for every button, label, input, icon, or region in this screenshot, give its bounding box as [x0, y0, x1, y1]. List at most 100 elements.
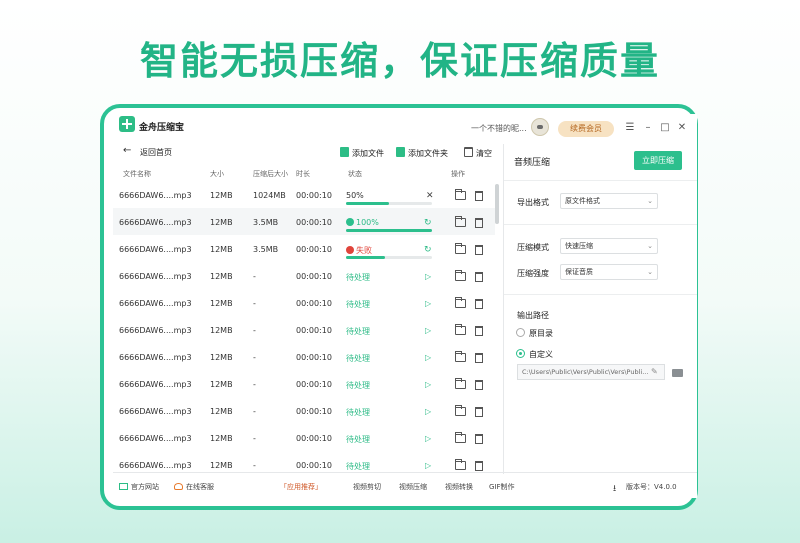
strength-label: 压缩强度	[517, 269, 549, 278]
delete-icon[interactable]	[475, 353, 483, 363]
table-row[interactable]: 6666DAW6....mp3 12MB - 00:00:10 待处理 ▷	[113, 370, 495, 397]
radio-original-dir[interactable]	[516, 328, 525, 337]
table-row[interactable]: 6666DAW6....mp3 12MB 3.5MB 00:00:10 100% ↻	[113, 208, 495, 235]
delete-icon[interactable]	[475, 434, 483, 444]
open-folder-icon[interactable]	[455, 351, 466, 362]
open-folder-icon[interactable]	[455, 432, 466, 443]
footer-link[interactable]: GIF制作	[489, 482, 515, 492]
footer-bar: 官方网站 在线客服 「应用推荐」 视频剪切 视频压缩 视频转换 GIF制作 ⭳ …	[113, 472, 697, 498]
status-text: 100%	[356, 218, 379, 227]
table-row[interactable]: 6666DAW6....mp3 12MB - 00:00:10 待处理 ▷	[113, 316, 495, 343]
open-folder-icon[interactable]	[455, 243, 466, 254]
table-row[interactable]: 6666DAW6....mp3 12MB - 00:00:10 待处理 ▷	[113, 424, 495, 451]
output-path-input[interactable]: C:\Users\Public\Vers\Public\Vers\Publi..…	[517, 364, 665, 380]
progress-fill	[346, 202, 389, 205]
output-format-select[interactable]: 原文件格式 ⌄	[560, 193, 658, 209]
cell-name: 6666DAW6....mp3	[119, 191, 192, 200]
mode-select[interactable]: 快速压缩 ⌄	[560, 238, 658, 254]
close-icon[interactable]: ✕	[676, 122, 688, 134]
delete-icon[interactable]	[475, 245, 483, 255]
back-arrow-icon[interactable]: ←	[123, 145, 131, 156]
open-folder-icon[interactable]	[455, 270, 466, 281]
status-text: 待处理	[346, 462, 370, 471]
cell-status: 50%	[346, 191, 364, 200]
open-folder-icon[interactable]	[455, 324, 466, 335]
user-name[interactable]: 一个不错的昵...	[471, 123, 527, 134]
title-bar: 金舟压缩宝 一个不错的昵... 续费会员 ☰ – □ ✕	[113, 114, 697, 138]
open-folder-icon[interactable]	[455, 405, 466, 416]
open-folder-icon[interactable]	[455, 378, 466, 389]
menu-icon[interactable]: ☰	[624, 122, 636, 134]
delete-icon[interactable]	[475, 407, 483, 417]
vip-renew-button[interactable]: 续费会员	[558, 121, 614, 137]
retry-icon[interactable]: ↻	[424, 245, 432, 255]
delete-icon[interactable]	[475, 191, 483, 201]
table-row[interactable]: 6666DAW6....mp3 12MB - 00:00:10 待处理 ▷	[113, 397, 495, 424]
delete-icon[interactable]	[475, 461, 483, 471]
col-status: 状态	[348, 170, 362, 178]
cell-name: 6666DAW6....mp3	[119, 407, 192, 416]
delete-icon[interactable]	[475, 326, 483, 336]
website-label: 官方网站	[131, 483, 159, 491]
col-actions: 操作	[451, 170, 465, 178]
cell-name: 6666DAW6....mp3	[119, 461, 192, 470]
status-text: 失败	[356, 246, 372, 255]
back-home-link[interactable]: 返回首页	[140, 147, 172, 158]
table-row[interactable]: 6666DAW6....mp3 12MB 3.5MB 00:00:10 失败 ↻	[113, 235, 495, 262]
play-icon[interactable]: ▷	[425, 407, 431, 416]
compress-now-button[interactable]: 立即压缩	[634, 151, 682, 170]
maximize-icon[interactable]: □	[659, 122, 671, 134]
footer-link[interactable]: 视频压缩	[399, 482, 427, 492]
add-folder-button[interactable]: 添加文件夹	[396, 147, 448, 159]
delete-icon[interactable]	[475, 272, 483, 282]
cancel-icon[interactable]: ✕	[426, 191, 434, 201]
play-icon[interactable]: ▷	[425, 299, 431, 308]
play-icon[interactable]: ▷	[425, 380, 431, 389]
original-dir-label[interactable]: 原目录	[529, 328, 553, 339]
folder-icon[interactable]	[672, 369, 683, 377]
play-icon[interactable]: ▷	[425, 326, 431, 335]
open-folder-icon[interactable]	[455, 297, 466, 308]
play-icon[interactable]: ▷	[425, 461, 431, 470]
retry-icon[interactable]: ↻	[424, 218, 432, 228]
cell-compressed-size: -	[253, 434, 256, 443]
progress-fill	[346, 256, 385, 259]
footer-link[interactable]: 视频转换	[445, 482, 473, 492]
radio-custom-dir[interactable]	[516, 349, 525, 358]
footer-link[interactable]: 视频剪切	[353, 482, 381, 492]
strength-select[interactable]: 保证音质 ⌄	[560, 264, 658, 280]
error-icon	[346, 246, 354, 254]
clear-button[interactable]: 清空	[464, 147, 492, 159]
cell-duration: 00:00:10	[296, 272, 332, 281]
cell-compressed-size: -	[253, 407, 256, 416]
table-row[interactable]: 6666DAW6....mp3 12MB - 00:00:10 待处理 ▷	[113, 289, 495, 316]
table-row[interactable]: 6666DAW6....mp3 12MB - 00:00:10 待处理 ▷	[113, 262, 495, 289]
minimize-icon[interactable]: –	[642, 122, 654, 134]
play-icon[interactable]: ▷	[425, 434, 431, 443]
open-folder-icon[interactable]	[455, 189, 466, 200]
headline: 智能无损压缩，保证压缩质量	[139, 39, 660, 83]
cell-size: 12MB	[210, 407, 233, 416]
delete-icon[interactable]	[475, 299, 483, 309]
open-folder-icon[interactable]	[455, 216, 466, 227]
avatar[interactable]	[531, 118, 549, 136]
add-folder-label: 添加文件夹	[408, 149, 448, 158]
play-icon[interactable]: ▷	[425, 272, 431, 281]
table-row[interactable]: 6666DAW6....mp3 12MB 1024MB 00:00:10 50% ✕	[113, 181, 495, 208]
delete-icon[interactable]	[475, 218, 483, 228]
cell-compressed-size: -	[253, 299, 256, 308]
add-file-button[interactable]: 添加文件	[340, 147, 384, 159]
play-icon[interactable]: ▷	[425, 353, 431, 362]
cell-duration: 00:00:10	[296, 326, 332, 335]
delete-icon[interactable]	[475, 380, 483, 390]
website-link[interactable]: 官方网站	[119, 482, 159, 492]
edit-icon[interactable]: ✎	[651, 367, 658, 376]
cell-compressed-size: -	[253, 272, 256, 281]
table-row[interactable]: 6666DAW6....mp3 12MB - 00:00:10 待处理 ▷	[113, 343, 495, 370]
scrollbar[interactable]	[495, 184, 499, 224]
cell-status: 失败	[346, 245, 372, 256]
open-folder-icon[interactable]	[455, 459, 466, 470]
custom-dir-label[interactable]: 自定义	[529, 349, 553, 360]
cell-size: 12MB	[210, 461, 233, 470]
support-link[interactable]: 在线客服	[174, 482, 214, 492]
